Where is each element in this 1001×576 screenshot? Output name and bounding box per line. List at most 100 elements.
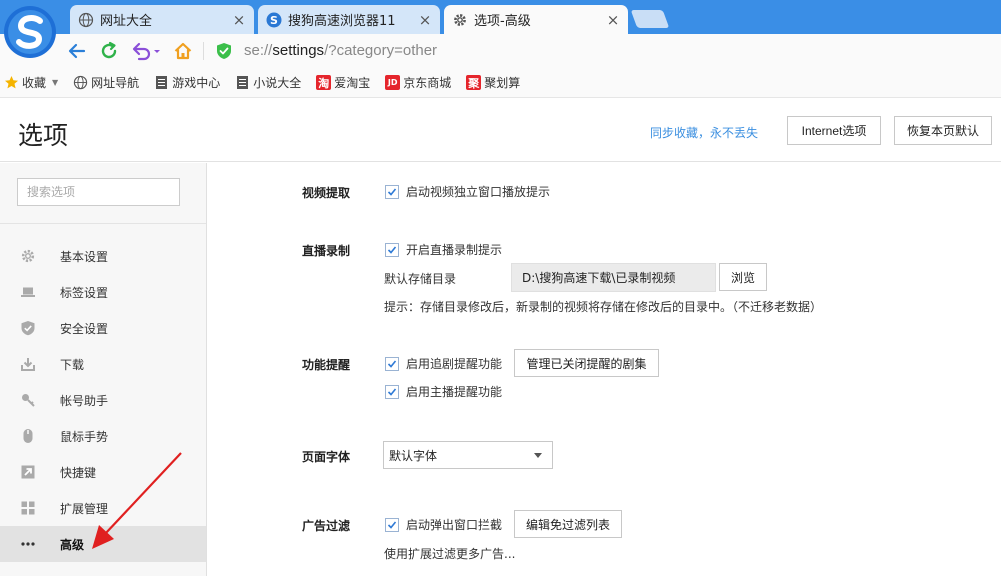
sogou-logo-icon: S (266, 12, 282, 28)
gear-icon (20, 248, 36, 264)
back-arrow-icon (68, 43, 86, 59)
checkmark-icon (385, 242, 399, 257)
section-label-ad-filter: 广告过滤 (302, 519, 351, 533)
tab-url-directory[interactable]: 网址大全 × (70, 5, 254, 34)
sogou-browser-logo[interactable] (2, 4, 58, 60)
undo-close-button[interactable] (128, 38, 164, 64)
sidebar-item-label: 扩展管理 (60, 501, 109, 516)
more-ad-filter-link[interactable]: 使用扩展过滤更多广告... (384, 545, 515, 562)
divider (203, 42, 204, 60)
section-label-font: 页面字体 (302, 450, 351, 464)
sidebar-item-extensions[interactable]: 扩展管理 (0, 490, 206, 526)
close-icon[interactable]: × (418, 12, 432, 27)
sidebar-item-tabs[interactable]: 标签设置 (0, 274, 206, 310)
drama-reminder-checkbox[interactable]: 启用追剧提醒功能 (385, 355, 502, 372)
sidebar-item-download[interactable]: 下载 (0, 346, 206, 382)
sync-favorites-link[interactable]: 同步收藏，永不丢失 (650, 124, 758, 141)
checkmark-icon (385, 184, 399, 199)
refresh-button[interactable] (96, 38, 122, 64)
sidebar-item-security[interactable]: 安全设置 (0, 310, 206, 346)
divider (0, 223, 206, 224)
bookmark-taobao[interactable]: 淘 爱淘宝 (316, 74, 370, 91)
bookmark-url-navigation[interactable]: 网址导航 (73, 74, 139, 91)
gear-icon (452, 12, 468, 28)
taobao-icon: 淘 (316, 75, 332, 90)
sidebar-item-label: 帐号助手 (60, 393, 109, 408)
checkmark-icon (385, 356, 399, 371)
sidebar-item-account[interactable]: 帐号助手 (0, 382, 206, 418)
jd-icon: JD (385, 75, 401, 90)
home-icon (174, 42, 192, 60)
close-icon[interactable]: × (606, 12, 620, 27)
advanced-settings-panel: 视频提取 启动视频独立窗口播放提示 直播录制 开启直播录制提示 默认存储目录 D… (208, 163, 1001, 576)
mouse-icon (20, 428, 36, 444)
shortcut-arrow-icon (20, 464, 36, 480)
section-label-reminders: 功能提醒 (302, 358, 351, 372)
live-record-tip-checkbox[interactable]: 开启直播录制提示 (385, 241, 502, 258)
page-title: 选项 (18, 121, 69, 150)
back-button[interactable] (64, 38, 90, 64)
chevron-down-icon (534, 453, 542, 458)
sidebar-item-advanced[interactable]: 高级 (0, 526, 206, 562)
tab-title: 选项-高级 (474, 14, 531, 29)
sidebar-item-label: 基本设置 (60, 249, 109, 264)
options-header: 选项 同步收藏，永不丢失 Internet选项 恢复本页默认 (0, 98, 1001, 162)
restore-defaults-button[interactable]: 恢复本页默认 (894, 116, 992, 145)
svg-text:S: S (270, 14, 278, 27)
section-label-video-extract: 视频提取 (302, 186, 351, 200)
page-icon (154, 75, 169, 90)
sidebar-item-basic[interactable]: 基本设置 (0, 238, 206, 274)
download-icon (20, 356, 36, 372)
address-input[interactable]: se://settings/?category=other (244, 42, 437, 59)
sidebar-item-label: 标签设置 (60, 285, 109, 300)
sidebar-item-label: 高级 (60, 537, 85, 552)
star-icon (4, 75, 19, 90)
save-dir-label: 默认存储目录 (384, 272, 457, 286)
edit-whitelist-button[interactable]: 编辑免过滤列表 (514, 510, 622, 538)
sidebar-item-label: 鼠标手势 (60, 429, 109, 444)
sidebar-item-shortcuts[interactable]: 快捷键 (0, 454, 206, 490)
search-options-input[interactable] (17, 178, 180, 206)
bookmark-juhuasuan[interactable]: 聚 聚划算 (466, 74, 520, 91)
sidebar-item-label: 安全设置 (60, 321, 109, 336)
manage-closed-reminders-button[interactable]: 管理已关闭提醒的剧集 (514, 349, 659, 377)
checkmark-icon (385, 384, 399, 399)
sidebar-item-mouse-gesture[interactable]: 鼠标手势 (0, 418, 206, 454)
extensions-grid-icon (20, 500, 36, 516)
shield-icon (20, 320, 36, 336)
close-icon[interactable]: × (232, 12, 246, 27)
sidebar-item-label: 下载 (60, 357, 85, 372)
font-select[interactable]: 默认字体 (383, 441, 553, 469)
home-button[interactable] (170, 38, 196, 64)
undo-icon (132, 42, 160, 61)
globe-icon (78, 12, 94, 28)
page-icon (235, 75, 250, 90)
more-dots-icon (20, 536, 36, 552)
globe-icon (73, 75, 88, 90)
bookmark-game-center[interactable]: 游戏中心 (154, 74, 220, 91)
navigation-bar: se://settings/?category=other (0, 34, 1001, 68)
tab-bar: 网址大全 × S 搜狗高速浏览器11 × 选项-高级 × (0, 0, 1001, 34)
security-shield-icon[interactable] (216, 42, 232, 60)
browse-button[interactable]: 浏览 (719, 263, 767, 291)
tab-title: 网址大全 (100, 14, 153, 29)
laptop-icon (20, 284, 36, 300)
bookmark-favorites[interactable]: 收藏 ▼ (4, 74, 58, 91)
key-icon (20, 392, 36, 408)
video-popup-tip-checkbox[interactable]: 启动视频独立窗口播放提示 (385, 183, 550, 200)
popup-block-checkbox[interactable]: 启动弹出窗口拦截 (385, 516, 502, 533)
tab-sogou-browser[interactable]: S 搜狗高速浏览器11 × (258, 5, 440, 34)
save-dir-field[interactable]: D:\搜狗高速下载\已录制视频 (511, 263, 716, 292)
sidebar-item-label: 快捷键 (60, 465, 97, 480)
refresh-icon (101, 41, 117, 59)
save-dir-hint: 提示：存储目录修改后，新录制的视频将存储在修改后的目录中。（不迁移老数据） (384, 300, 823, 314)
checkmark-icon (385, 517, 399, 532)
bookmark-jd[interactable]: JD 京东商城 (385, 74, 451, 91)
tab-options-advanced[interactable]: 选项-高级 × (444, 5, 628, 34)
bookmark-novels[interactable]: 小说大全 (235, 74, 301, 91)
internet-options-button[interactable]: Internet选项 (787, 116, 881, 145)
anchor-reminder-checkbox[interactable]: 启用主播提醒功能 (385, 383, 502, 400)
new-tab-button[interactable] (630, 10, 670, 28)
tab-title: 搜狗高速浏览器11 (288, 14, 396, 29)
options-sidebar: 基本设置 标签设置 安全设置 下载 帐号助手 鼠标手势 快捷键 (0, 163, 207, 576)
